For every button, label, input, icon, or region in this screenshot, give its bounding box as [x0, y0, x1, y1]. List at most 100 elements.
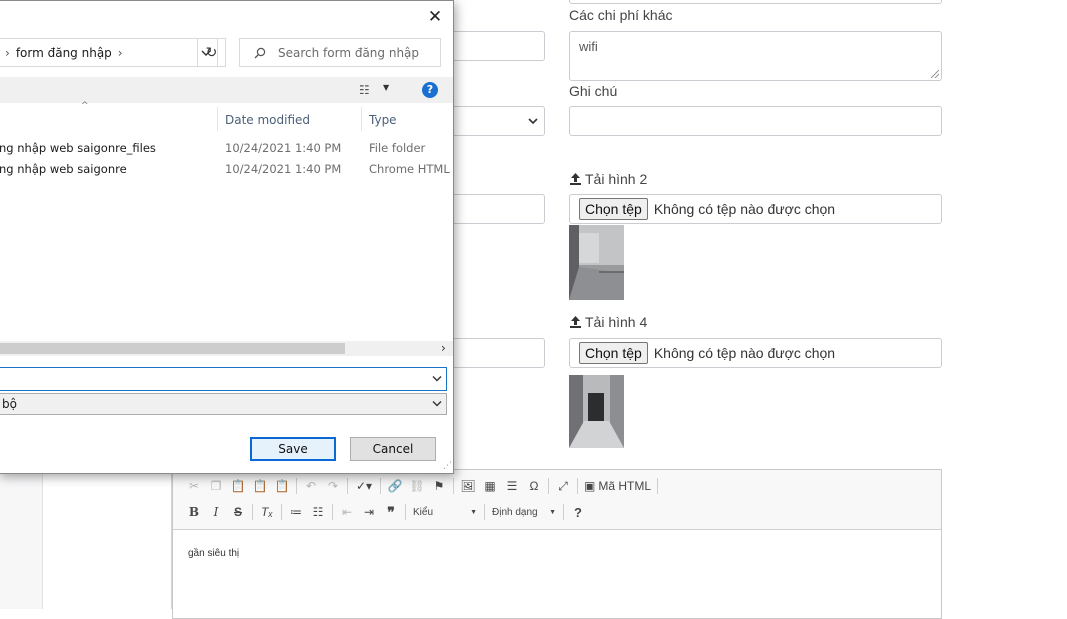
horizontal-rule-icon[interactable]: ☰ [501, 475, 523, 497]
file-type: Chrome HTML D [369, 162, 453, 176]
upload2-label-text: Tải hình 2 [585, 171, 648, 187]
filetype-value: bộ [2, 397, 17, 411]
dropdown-arrow-icon: ▼ [470, 508, 477, 516]
other-costs-value: wifi [579, 39, 598, 54]
chevron-down-icon[interactable] [432, 376, 442, 383]
toolbar-separator [548, 478, 549, 494]
upload-icon [570, 173, 581, 185]
file-type: File folder [369, 141, 426, 155]
column-date-modified[interactable]: Date modified [225, 109, 310, 131]
chevron-right-icon: › [5, 45, 10, 60]
editor-toolbar: ✂ ❐ 📋 📋 📋 ↶ ↷ ✓▾ 🔗 ⛓ ⚑ 🖼 ▦ ☰ Ω ⤢ ▣ Mã HTM… [173, 470, 941, 530]
file-row[interactable]: ng nhập web saigonre 10/24/2021 1:40 PM … [0, 160, 453, 178]
help-icon[interactable]: ? [422, 82, 438, 98]
blockquote-icon[interactable]: ❞ [380, 501, 402, 523]
styles-combo[interactable]: Kiểu ▼ [409, 502, 481, 522]
format-combo[interactable]: Định dạng ▼ [488, 502, 560, 522]
cut-icon[interactable]: ✂ [183, 475, 205, 497]
redo-icon[interactable]: ↷ [322, 475, 344, 497]
filetype-select[interactable]: bộ [0, 393, 447, 415]
source-label: Mã HTML [598, 479, 652, 493]
special-char-icon[interactable]: Ω [523, 475, 545, 497]
paste-text-icon[interactable]: 📋 [249, 475, 271, 497]
search-placeholder: Search form đăng nhập [278, 45, 420, 60]
column-type[interactable]: Type [369, 109, 397, 131]
copy-icon[interactable]: ❐ [205, 475, 227, 497]
upload-icon [570, 316, 581, 328]
toolbar-separator [296, 478, 297, 494]
refresh-button[interactable]: ↻ [197, 38, 226, 67]
source-button[interactable]: ▣ Mã HTML [581, 475, 654, 497]
no-file-text: Không có tệp nào được chọn [653, 201, 836, 217]
anchor-flag-icon[interactable]: ⚑ [428, 475, 450, 497]
file-input-2[interactable]: Chọn tệp Không có tệp nào được chọn [569, 194, 942, 224]
toolbar-separator [453, 478, 454, 494]
toolbar-separator [332, 504, 333, 520]
file-date: 10/24/2021 1:40 PM [225, 141, 342, 155]
choose-file-button[interactable]: Chọn tệp [579, 198, 648, 220]
choose-file-button[interactable]: Chọn tệp [579, 342, 648, 364]
file-input-4[interactable]: Chọn tệp Không có tệp nào được chọn [569, 338, 942, 368]
image-icon[interactable]: 🖼 [457, 475, 479, 497]
remove-format-icon[interactable]: Tₓ [256, 501, 278, 523]
undo-icon[interactable]: ↶ [300, 475, 322, 497]
scrollbar-thumb[interactable] [0, 343, 345, 354]
sort-up-icon: ^ [81, 101, 89, 111]
numbered-list-icon[interactable]: ≔ [285, 501, 307, 523]
save-dialog: ✕ › form đăng nhập › ↻ Search form đăng … [0, 0, 454, 474]
file-name: ng nhập web saigonre_files [0, 141, 156, 155]
styles-label: Kiểu [413, 506, 434, 518]
close-icon[interactable]: ✕ [425, 7, 445, 27]
top-field[interactable] [569, 0, 942, 4]
link-icon[interactable]: 🔗 [384, 475, 406, 497]
other-costs-textarea[interactable]: wifi [569, 31, 942, 81]
outdent-icon[interactable]: ⇤ [336, 501, 358, 523]
cancel-button[interactable]: Cancel [350, 437, 436, 461]
chevron-down-icon [432, 401, 442, 407]
breadcrumb[interactable]: › form đăng nhập › [0, 38, 218, 67]
indent-icon[interactable]: ⇥ [358, 501, 380, 523]
bold-icon[interactable]: B [183, 501, 205, 523]
resize-grip-icon[interactable]: ⋰ [443, 461, 452, 471]
help-icon[interactable]: ? [567, 501, 589, 523]
table-icon[interactable]: ▦ [479, 475, 501, 497]
maximize-icon[interactable]: ⤢ [552, 475, 574, 497]
toolbar-separator [577, 478, 578, 494]
filename-input[interactable] [0, 367, 447, 391]
upload2-label: Tải hình 2 [569, 171, 647, 187]
search-icon [254, 47, 266, 58]
toolbar-separator [347, 478, 348, 494]
toolbar-separator [405, 504, 406, 520]
save-button[interactable]: Save [250, 437, 336, 461]
notes-input[interactable] [569, 106, 942, 136]
unlink-icon[interactable]: ⛓ [406, 475, 428, 497]
search-box[interactable]: Search form đăng nhập [239, 38, 441, 67]
view-dropdown-icon[interactable]: ▼ [383, 83, 389, 92]
file-row[interactable]: ng nhập web saigonre_files 10/24/2021 1:… [0, 139, 453, 157]
view-options-icon[interactable]: ☷ [359, 83, 370, 97]
toolbar-separator [252, 504, 253, 520]
bulleted-list-icon[interactable]: ☷ [307, 501, 329, 523]
chevron-right-icon: › [117, 45, 123, 60]
scroll-right-icon[interactable]: › [441, 341, 446, 355]
toolbar-separator [657, 478, 659, 494]
no-file-text: Không có tệp nào được chọn [653, 345, 836, 361]
other-costs-label: Các chi phí khác [569, 7, 673, 23]
command-bar: ☷ ▼ ? [0, 77, 453, 103]
toolbar-separator [563, 504, 564, 520]
notes-label: Ghi chú [569, 83, 618, 99]
spellcheck-icon[interactable]: ✓▾ [351, 475, 377, 497]
italic-icon[interactable]: I [205, 501, 227, 523]
paste-icon[interactable]: 📋 [227, 475, 249, 497]
file-name: ng nhập web saigonre [0, 162, 127, 176]
toolbar-row-2: B I S Tₓ ≔ ☷ ⇤ ⇥ ❞ Kiểu ▼ Định dạng ▼ ? [183, 501, 589, 523]
editor-content[interactable]: gần siêu thị [188, 548, 239, 559]
dropdown-arrow-icon: ▼ [549, 508, 556, 516]
breadcrumb-folder[interactable]: form đăng nhập [16, 46, 112, 60]
strike-icon[interactable]: S [227, 501, 249, 523]
image-preview-2 [569, 225, 624, 300]
resize-grip-icon[interactable] [931, 70, 939, 78]
paste-word-icon[interactable]: 📋 [271, 475, 293, 497]
image-preview-4 [569, 375, 624, 448]
refresh-icon: ↻ [205, 44, 218, 61]
